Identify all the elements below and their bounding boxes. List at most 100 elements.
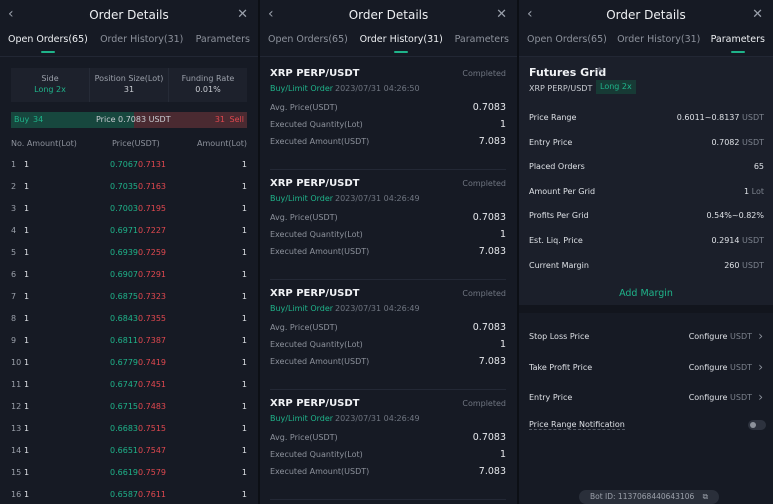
sell-price: 0.7163 (138, 182, 166, 191)
row-amount: 1 (24, 402, 30, 411)
summary-item: Position Size(Lot) 31 (90, 68, 169, 102)
row-amount: 1 (24, 468, 30, 477)
param-label: Price Range (529, 113, 577, 122)
buy-price: 0.6811 (110, 336, 138, 345)
history-entry[interactable]: XRP PERP/USDT Completed Buy/Limit Order … (270, 390, 506, 500)
field-value: 1 (499, 119, 506, 130)
sell-price: 0.7131 (138, 160, 166, 169)
summary-item: Side Long 2x (11, 68, 90, 102)
summary-label: Funding Rate (181, 74, 235, 83)
sell-price: 0.7611 (138, 490, 166, 499)
tab-order-history[interactable]: Order History(31) (100, 34, 183, 54)
entry-timestamp: 2023/07/31 04:26:49 (335, 414, 420, 423)
tab-parameters[interactable]: Parameters (711, 34, 765, 54)
field-label: Executed Amount(USDT) (270, 467, 370, 476)
tab-parameters[interactable]: Parameters (455, 34, 509, 54)
row-sell-amount: 1 (241, 314, 247, 323)
history-entry[interactable]: XRP PERP/USDT Completed Buy/Limit Order … (270, 170, 506, 280)
row-no: 3 (11, 204, 17, 213)
buy-price: 0.6907 (110, 270, 138, 279)
row-amount: 1 (24, 270, 30, 279)
close-icon[interactable]: ✕ (752, 7, 763, 22)
row-sell-amount: 1 (241, 182, 247, 191)
entry-status: Completed (462, 69, 506, 78)
param-label: Profits Per Grid (529, 211, 589, 221)
param-value: 65 (753, 162, 764, 172)
sell-price: 0.7355 (138, 314, 166, 323)
row-sell-amount: 1 (241, 446, 247, 455)
row-no: 2 (11, 182, 17, 191)
row-amount: 1 (24, 358, 30, 367)
col-no-amount: No. Amount(Lot) (11, 139, 77, 148)
parameters-panel: ‹ Order Details ✕ Open Orders(65) Order H… (519, 0, 773, 504)
close-icon[interactable]: ✕ (237, 7, 248, 22)
col-price: Price(USDT) (112, 139, 160, 148)
tab-order-history[interactable]: Order History(31) (617, 34, 700, 54)
configure-button[interactable]: Configure (689, 363, 728, 372)
row-sell-amount: 1 (241, 248, 247, 257)
field-label: Executed Quantity(Lot) (270, 230, 363, 239)
param-value: 0.2914 (711, 236, 740, 245)
param-label: Current Margin (529, 260, 589, 270)
order-row: 11 1 0.6747 0.7451 1 (11, 380, 247, 392)
edit-icon[interactable]: ✎ (597, 67, 605, 77)
field-value: 0.7083 (472, 432, 506, 443)
tab-parameters[interactable]: Parameters (196, 34, 250, 54)
divider (0, 56, 258, 57)
page-title: Order Details (89, 8, 169, 22)
sell-label: Sell (229, 115, 244, 124)
summary-value: 0.01% (195, 85, 221, 94)
entry-order-type: Buy/Limit Order (270, 194, 334, 203)
tab-bar: Open Orders(65) Order History(31) Paramete… (0, 34, 258, 56)
buy-price: 0.7067 (110, 160, 138, 169)
notification-toggle[interactable] (748, 420, 766, 430)
buy-sell-ratio-bar: Buy 34 Price 0.7083 USDT 31 Sell (11, 112, 247, 128)
tab-open-orders[interactable]: Open Orders(65) (527, 34, 607, 54)
summary-value: Long 2x (34, 85, 66, 94)
row-amount: 1 (24, 336, 30, 345)
tab-open-orders[interactable]: Open Orders(65) (8, 34, 88, 54)
row-no: 7 (11, 292, 17, 301)
row-amount: 1 (24, 248, 30, 257)
summary-value: 31 (123, 85, 135, 94)
field-label: Avg. Price(USDT) (270, 213, 338, 222)
add-margin-button[interactable]: Add Margin (519, 288, 773, 299)
notification-label: Price Range Notification (529, 420, 625, 430)
close-icon[interactable]: ✕ (496, 7, 507, 22)
tab-open-orders[interactable]: Open Orders(65) (268, 34, 348, 54)
summary-item: Funding Rate 0.01% (169, 68, 247, 102)
entry-timestamp: 2023/07/31 04:26:50 (335, 84, 420, 93)
row-no: 1 (11, 160, 17, 169)
configure-button[interactable]: Configure (689, 393, 728, 402)
buy-label: Buy (14, 115, 30, 124)
field-label: Avg. Price(USDT) (270, 323, 338, 332)
configure-button[interactable]: Configure (689, 332, 728, 341)
row-sell-amount: 1 (241, 380, 247, 389)
order-row: 16 1 0.6587 0.7611 1 (11, 490, 247, 502)
sell-price: 0.7419 (138, 358, 166, 367)
sell-price: 0.7227 (138, 226, 166, 235)
page-title: Order Details (606, 8, 686, 22)
row-amount: 1 (24, 314, 30, 323)
copy-icon[interactable]: ⧉ (703, 492, 708, 501)
history-entry[interactable]: XRP PERP/USDT Completed Buy/Limit Order … (270, 280, 506, 390)
sell-price: 0.7259 (138, 248, 166, 257)
param-unit: USDT (742, 260, 764, 270)
chevron-right-icon: › (758, 329, 763, 343)
param-value: 0.7082 (711, 137, 740, 147)
history-entry[interactable]: XRP PERP/USDT Completed Buy/Limit Order … (270, 60, 506, 170)
buy-price: 0.6939 (110, 248, 138, 257)
field-value: 7.083 (478, 246, 506, 257)
summary-label: Side (41, 74, 59, 83)
row-sell-amount: 1 (241, 204, 247, 213)
param-unit: USDT (742, 137, 764, 147)
tab-order-history[interactable]: Order History(31) (360, 34, 443, 54)
header: ‹ Order Details ✕ (260, 0, 517, 30)
row-sell-amount: 1 (241, 226, 247, 235)
row-no: 13 (11, 424, 22, 433)
field-value: 1 (499, 229, 506, 240)
row-amount: 1 (24, 292, 30, 301)
config-label: Entry Price (529, 393, 573, 402)
entry-timestamp: 2023/07/31 04:26:49 (335, 194, 420, 203)
order-history-panel: ‹ Order Details ✕ Open Orders(65) Order H… (260, 0, 517, 504)
